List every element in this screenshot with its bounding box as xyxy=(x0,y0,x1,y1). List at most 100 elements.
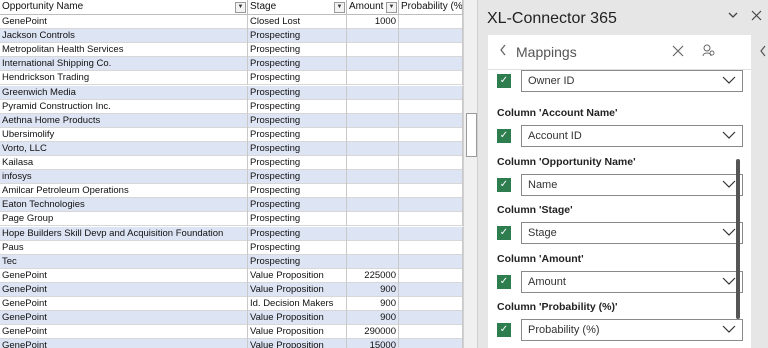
table-cell[interactable] xyxy=(399,127,463,142)
table-cell[interactable] xyxy=(399,184,463,199)
header-amount[interactable]: Amount ▼ xyxy=(347,0,399,14)
table-cell[interactable]: GenePoint xyxy=(0,268,248,283)
chevron-down-icon[interactable] xyxy=(727,9,739,24)
table-cell[interactable]: Prospecting xyxy=(248,71,347,86)
table-cell[interactable]: infosys xyxy=(0,170,248,185)
sheet-vertical-scrollbar[interactable] xyxy=(463,0,478,348)
table-cell[interactable] xyxy=(399,15,463,29)
table-cell[interactable]: GenePoint xyxy=(0,311,248,326)
table-cell[interactable]: Prospecting xyxy=(248,170,347,185)
table-cell[interactable] xyxy=(347,198,399,213)
table-cell[interactable]: Prospecting xyxy=(248,99,347,114)
table-cell[interactable] xyxy=(399,339,463,348)
table-cell[interactable]: 900 xyxy=(347,311,399,326)
table-cell[interactable]: GenePoint xyxy=(0,339,248,348)
table-cell[interactable]: Value Proposition xyxy=(248,325,347,340)
table-cell[interactable] xyxy=(399,57,463,72)
table-cell[interactable]: Prospecting xyxy=(248,198,347,213)
table-cell[interactable]: Tec xyxy=(0,254,248,269)
header-stage[interactable]: Stage ▼ xyxy=(248,0,347,14)
table-cell[interactable]: Prospecting xyxy=(248,85,347,100)
table-cell[interactable]: Kailasa xyxy=(0,156,248,170)
filter-dropdown-icon[interactable]: ▼ xyxy=(334,2,345,13)
table-cell[interactable]: 290000 xyxy=(347,325,399,340)
table-cell[interactable]: Jackson Controls xyxy=(0,29,248,44)
table-cell[interactable] xyxy=(399,212,463,227)
table-cell[interactable]: Prospecting xyxy=(248,141,347,156)
table-cell[interactable] xyxy=(347,85,399,100)
table-cell[interactable] xyxy=(399,311,463,326)
table-cell[interactable]: GenePoint xyxy=(0,325,248,340)
table-cell[interactable]: GenePoint xyxy=(0,282,248,297)
scrollbar-thumb[interactable] xyxy=(466,113,477,157)
mapping-checkbox[interactable]: ✓ xyxy=(497,129,511,143)
mapping-select[interactable]: Stage xyxy=(521,222,743,244)
table-cell[interactable] xyxy=(399,240,463,255)
table-cell[interactable]: Greenwich Media xyxy=(0,85,248,100)
mapping-checkbox[interactable]: ✓ xyxy=(497,74,511,88)
mapping-select[interactable]: Owner ID xyxy=(521,70,743,92)
table-cell[interactable] xyxy=(347,212,399,227)
table-cell[interactable]: Amilcar Petroleum Operations xyxy=(0,184,248,199)
table-cell[interactable] xyxy=(347,254,399,269)
table-cell[interactable]: 225000 xyxy=(347,268,399,283)
table-cell[interactable] xyxy=(399,71,463,86)
mapping-select[interactable]: Account ID xyxy=(521,125,743,147)
table-cell[interactable]: Paus xyxy=(0,240,248,255)
user-settings-icon[interactable] xyxy=(702,44,715,57)
table-cell[interactable]: Metropolitan Health Services xyxy=(0,43,248,58)
table-cell[interactable] xyxy=(399,141,463,156)
table-cell[interactable] xyxy=(347,113,399,128)
filter-dropdown-icon[interactable]: ▼ xyxy=(235,2,246,13)
table-cell[interactable] xyxy=(399,325,463,340)
mapping-checkbox[interactable]: ✓ xyxy=(497,323,511,337)
mapping-checkbox[interactable]: ✓ xyxy=(497,274,511,289)
table-cell[interactable]: Ubersimolify xyxy=(0,127,248,142)
table-cell[interactable] xyxy=(347,226,399,241)
table-cell[interactable] xyxy=(347,240,399,255)
table-cell[interactable] xyxy=(399,29,463,44)
table-cell[interactable]: International Shipping Co. xyxy=(0,57,248,72)
mapping-checkbox[interactable]: ✓ xyxy=(497,177,511,192)
table-cell[interactable]: Value Proposition xyxy=(248,339,347,348)
table-cell[interactable] xyxy=(399,99,463,114)
table-cell[interactable] xyxy=(347,170,399,185)
table-cell[interactable] xyxy=(347,29,399,44)
table-cell[interactable] xyxy=(399,170,463,185)
mapping-checkbox[interactable]: ✓ xyxy=(497,226,511,240)
table-cell[interactable] xyxy=(347,156,399,170)
table-cell[interactable]: Value Proposition xyxy=(248,311,347,326)
table-cell[interactable]: Hope Builders Skill Devp and Acquisition… xyxy=(0,226,248,241)
table-cell[interactable]: Prospecting xyxy=(248,240,347,255)
table-cell[interactable]: Id. Decision Makers xyxy=(248,297,347,311)
mapping-select[interactable]: Name xyxy=(521,173,743,196)
table-cell[interactable] xyxy=(399,113,463,128)
table-cell[interactable]: Vorto, LLC xyxy=(0,141,248,156)
header-probability[interactable]: Probability (% xyxy=(399,0,463,14)
table-cell[interactable] xyxy=(347,141,399,156)
table-cell[interactable]: Prospecting xyxy=(248,29,347,44)
table-cell[interactable] xyxy=(399,85,463,100)
table-cell[interactable]: GenePoint xyxy=(0,297,248,311)
table-cell[interactable]: Prospecting xyxy=(248,43,347,58)
header-opportunity-name[interactable]: Opportunity Name ▼ xyxy=(0,0,248,14)
table-cell[interactable]: 900 xyxy=(347,282,399,297)
table-cell[interactable] xyxy=(347,71,399,86)
table-cell[interactable]: Prospecting xyxy=(248,254,347,269)
table-cell[interactable]: Prospecting xyxy=(248,212,347,227)
table-cell[interactable] xyxy=(399,43,463,58)
mapping-select[interactable]: Probability (%) xyxy=(521,319,743,341)
table-cell[interactable] xyxy=(347,184,399,199)
table-cell[interactable] xyxy=(399,156,463,170)
table-cell[interactable]: Eaton Technologies xyxy=(0,198,248,213)
table-cell[interactable]: Prospecting xyxy=(248,113,347,128)
table-cell[interactable] xyxy=(399,254,463,269)
table-cell[interactable]: Prospecting xyxy=(248,57,347,72)
table-cell[interactable]: 15000 xyxy=(347,339,399,348)
table-cell[interactable] xyxy=(399,297,463,311)
table-cell[interactable]: GenePoint xyxy=(0,15,248,29)
table-cell[interactable] xyxy=(399,282,463,297)
table-cell[interactable]: Pyramid Construction Inc. xyxy=(0,99,248,114)
panel-scrollbar[interactable] xyxy=(736,159,740,319)
chevron-left-icon[interactable] xyxy=(759,44,767,61)
